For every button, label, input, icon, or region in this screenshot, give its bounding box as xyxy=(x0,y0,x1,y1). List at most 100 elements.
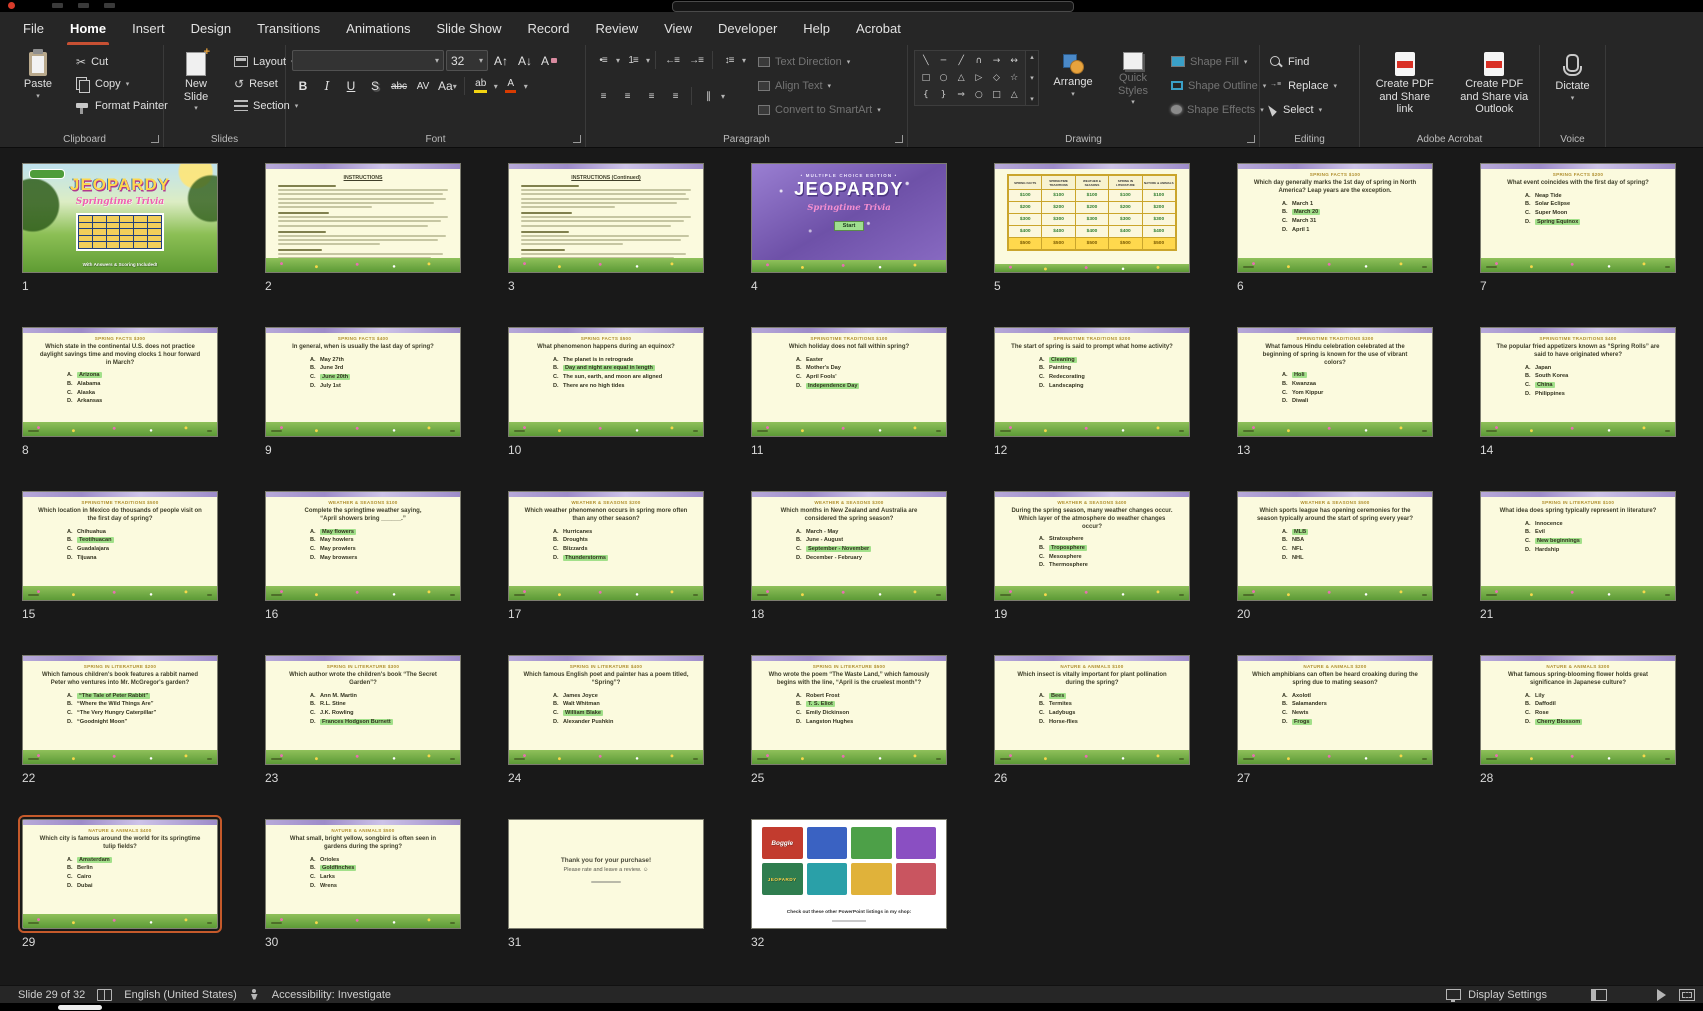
columns-button[interactable]: ∥ xyxy=(697,86,719,106)
slide-thumbnail-31[interactable]: Thank you for your purchase! Please rate … xyxy=(508,819,704,929)
search-box[interactable] xyxy=(672,1,1074,12)
underline-button[interactable]: U xyxy=(340,76,362,96)
justify-button[interactable]: ≡ xyxy=(664,86,686,106)
shape-icon[interactable]: ╲ xyxy=(917,53,935,70)
shape-effects-button[interactable]: Shape Effects ▾ xyxy=(1167,99,1270,120)
shape-icon[interactable]: ▷ xyxy=(970,70,988,87)
slideshow-view-button[interactable] xyxy=(1657,988,1666,1001)
slide-thumbnail-25[interactable]: SPRING IN LITERATURE $500 Who wrote the p… xyxy=(751,655,947,765)
create-pdf-share-outlook-button[interactable]: Create PDF and Share via Outlook xyxy=(1456,50,1534,118)
slide-thumbnail-16[interactable]: WEATHER & SEASONS $100 Complete the sprin… xyxy=(265,491,461,601)
undo-icon[interactable] xyxy=(104,3,115,8)
shape-icon[interactable]: ↔ xyxy=(1005,53,1023,70)
shape-icon[interactable]: ⇒ xyxy=(952,86,970,103)
slide-thumbnail-21[interactable]: SPRING IN LITERATURE $100 What idea does … xyxy=(1480,491,1676,601)
ribbon-tab-slide-show[interactable]: Slide Show xyxy=(423,12,514,45)
save-icon[interactable] xyxy=(78,3,89,8)
increase-font-size-button[interactable]: A↑ xyxy=(490,51,512,71)
text-shadow-button[interactable]: S xyxy=(364,76,386,96)
align-left-button[interactable]: ≡ xyxy=(592,86,614,106)
change-case-button[interactable]: Aa ▾ xyxy=(436,76,459,96)
clipboard-dialog-launcher[interactable] xyxy=(151,135,159,143)
text-highlight-color-button[interactable]: ab xyxy=(470,76,492,96)
shape-icon[interactable]: } xyxy=(935,86,953,103)
fit-to-window-button[interactable] xyxy=(1679,988,1695,1001)
decrease-indent-button[interactable]: ←≡ xyxy=(661,50,683,70)
new-slide-button[interactable]: New Slide ▾ xyxy=(170,46,222,115)
format-painter-button[interactable]: Format Painter xyxy=(72,95,172,116)
arrange-button[interactable]: Arrange ▾ xyxy=(1047,50,1099,101)
font-dialog-launcher[interactable] xyxy=(573,135,581,143)
align-center-button[interactable]: ≡ xyxy=(616,86,638,106)
align-right-button[interactable]: ≡ xyxy=(640,86,662,106)
slide-thumbnail-30[interactable]: NATURE & ANIMALS $500 What small, bright … xyxy=(265,819,461,929)
ribbon-tab-developer[interactable]: Developer xyxy=(705,12,790,45)
dictate-button[interactable]: Dictate ▾ xyxy=(1547,50,1599,105)
drawing-dialog-launcher[interactable] xyxy=(1247,135,1255,143)
character-spacing-button[interactable]: AV xyxy=(412,76,434,96)
find-button[interactable]: Find xyxy=(1266,51,1353,72)
bullets-button[interactable]: •≡ xyxy=(592,50,614,70)
ribbon-tab-design[interactable]: Design xyxy=(178,12,244,45)
align-text-button[interactable]: Align Text ▾ xyxy=(754,75,885,96)
slide-thumbnail-24[interactable]: SPRING IN LITERATURE $400 Which famous En… xyxy=(508,655,704,765)
slide-thumbnail-8[interactable]: SPRING FACTS $300 Which state in the cont… xyxy=(22,327,218,437)
font-name-combo[interactable]: ▾ xyxy=(292,50,444,71)
italic-button[interactable]: I xyxy=(316,76,338,96)
slide-thumbnail-29[interactable]: NATURE & ANIMALS $400 Which city is famou… xyxy=(18,815,222,933)
replace-button[interactable]: →≡ Replace ▾ xyxy=(1266,75,1353,96)
numbering-button[interactable]: 1≡ xyxy=(622,50,644,70)
shapes-gallery-scrollbar[interactable]: ▴ ▾ ▾ xyxy=(1026,50,1039,106)
slide-thumbnail-10[interactable]: SPRING FACTS $500 What phenomenon happens… xyxy=(508,327,704,437)
increase-indent-button[interactable]: →≡ xyxy=(685,50,707,70)
slide-thumbnail-9[interactable]: SPRING FACTS $400 In general, when is usu… xyxy=(265,327,461,437)
language-status[interactable]: English (United States) xyxy=(124,989,237,1001)
slide-thumbnail-1[interactable]: JEOPARDY Springtime Trivia With Answers & … xyxy=(22,163,218,273)
clear-formatting-button[interactable]: A xyxy=(538,51,560,71)
taskbar-item[interactable] xyxy=(58,1005,102,1010)
shape-outline-button[interactable]: Shape Outline ▾ xyxy=(1167,75,1270,96)
shape-icon[interactable]: □ xyxy=(917,70,935,87)
accessibility-status[interactable]: Accessibility: Investigate xyxy=(272,989,391,1001)
slide-thumbnail-7[interactable]: SPRING FACTS $200 What event coincides wi… xyxy=(1480,163,1676,273)
font-size-combo[interactable]: 32 ▾ xyxy=(446,50,488,71)
slide-thumbnail-15[interactable]: SPRINGTIME TRADITIONS $500 Which location… xyxy=(22,491,218,601)
shapes-gallery[interactable]: ╲ ─ ╱ ∩ → ↔ □ ○ △ ▷ ◇ ☆{} ⇒ ○ □ △ xyxy=(914,50,1026,106)
slide-thumbnail-18[interactable]: WEATHER & SEASONS $300 Which months in Ne… xyxy=(751,491,947,601)
start-button[interactable]: Start xyxy=(833,221,865,231)
slide-thumbnail-3[interactable]: INSTRUCTIONS (Continued) xyxy=(508,163,704,273)
shape-icon[interactable]: △ xyxy=(952,70,970,87)
slide-thumbnail-20[interactable]: WEATHER & SEASONS $500 Which sports leagu… xyxy=(1237,491,1433,601)
shape-icon[interactable]: ╱ xyxy=(952,53,970,70)
slide-thumbnail-22[interactable]: SPRING IN LITERATURE $200 Which famous ch… xyxy=(22,655,218,765)
slide-thumbnail-17[interactable]: WEATHER & SEASONS $200 Which weather phen… xyxy=(508,491,704,601)
ribbon-tab-review[interactable]: Review xyxy=(582,12,651,45)
normal-view-button[interactable] xyxy=(1591,988,1607,1001)
gallery-more-icon[interactable]: ▾ xyxy=(1030,95,1034,103)
bold-button[interactable]: B xyxy=(292,76,314,96)
decrease-font-size-button[interactable]: A↓ xyxy=(514,51,536,71)
create-pdf-share-link-button[interactable]: Create PDF and Share link xyxy=(1366,50,1444,118)
ribbon-tab-acrobat[interactable]: Acrobat xyxy=(843,12,914,45)
shape-icon[interactable]: ◇ xyxy=(988,70,1006,87)
ribbon-tab-animations[interactable]: Animations xyxy=(333,12,423,45)
shape-icon[interactable]: ○ xyxy=(935,70,953,87)
slide-thumbnail-12[interactable]: SPRINGTIME TRADITIONS $200 The start of s… xyxy=(994,327,1190,437)
text-direction-button[interactable]: Text Direction ▾ xyxy=(754,51,885,72)
slide-thumbnail-2[interactable]: INSTRUCTIONS xyxy=(265,163,461,273)
copy-button[interactable]: Copy ▾ xyxy=(72,73,172,94)
autosave-icon[interactable] xyxy=(52,3,63,8)
slide-thumbnail-19[interactable]: WEATHER & SEASONS $400 During the spring … xyxy=(994,491,1190,601)
paste-button[interactable]: Paste ▾ xyxy=(12,49,64,103)
shape-icon[interactable]: → xyxy=(988,53,1006,70)
convert-to-smartart-button[interactable]: Convert to SmartArt ▾ xyxy=(754,99,885,120)
ribbon-tab-help[interactable]: Help xyxy=(790,12,843,45)
shape-icon[interactable]: ─ xyxy=(935,53,953,70)
slide-thumbnail-13[interactable]: SPRINGTIME TRADITIONS $300 What famous Hi… xyxy=(1237,327,1433,437)
ribbon-tab-transitions[interactable]: Transitions xyxy=(244,12,333,45)
spellcheck-icon[interactable] xyxy=(97,988,113,1001)
ribbon-tab-file[interactable]: File xyxy=(10,12,57,45)
slide-thumbnail-23[interactable]: SPRING IN LITERATURE $300 Which author wr… xyxy=(265,655,461,765)
slide-thumbnail-6[interactable]: SPRING FACTS $100 Which day generally mar… xyxy=(1237,163,1433,273)
shape-icon[interactable]: △ xyxy=(1005,86,1023,103)
